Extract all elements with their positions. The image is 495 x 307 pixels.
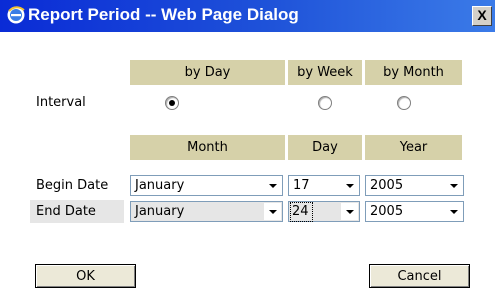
begin-day-select[interactable]: 17 [288,175,360,196]
interval-header-week: by Week [288,60,362,85]
begin-month-value: January [135,178,185,193]
report-period-dialog: Report Period -- Web Page Dialog X by Da… [0,0,495,307]
dialog-body: by Day by Week by Month Interval Month D… [0,32,495,307]
radio-selected-dot [169,100,175,106]
begin-date-label: Begin Date [36,178,109,193]
ok-button[interactable]: OK [35,264,136,288]
end-month-value: January [135,204,185,219]
begin-month-select[interactable]: January [130,175,283,196]
window-title: Report Period -- Web Page Dialog [28,5,299,24]
begin-year-value: 2005 [370,178,404,193]
interval-radio-day[interactable] [165,96,179,110]
internet-explorer-icon [7,6,25,24]
interval-header-month: by Month [365,60,462,85]
interval-radio-month[interactable] [397,96,411,110]
end-year-select[interactable]: 2005 [365,201,464,222]
interval-radio-week[interactable] [318,96,332,110]
date-header-month: Month [130,135,285,160]
interval-label: Interval [36,95,86,110]
chevron-down-icon[interactable] [341,203,358,220]
date-header-day: Day [288,135,362,160]
begin-year-select[interactable]: 2005 [365,175,464,196]
chevron-down-icon[interactable] [264,203,281,220]
chevron-down-icon[interactable] [445,177,462,194]
title-bar: Report Period -- Web Page Dialog X [0,0,495,32]
end-day-select[interactable]: 24 [288,201,360,222]
begin-day-value: 17 [293,178,310,193]
date-header-year: Year [365,135,462,160]
close-button[interactable]: X [472,6,492,26]
end-month-select[interactable]: January [130,201,283,222]
cancel-button[interactable]: Cancel [369,264,470,288]
chevron-down-icon[interactable] [341,177,358,194]
end-year-value: 2005 [370,204,404,219]
interval-header-day: by Day [130,60,285,85]
end-day-value: 24 [290,202,313,222]
end-date-label: End Date [30,200,124,223]
chevron-down-icon[interactable] [445,203,462,220]
chevron-down-icon[interactable] [264,177,281,194]
